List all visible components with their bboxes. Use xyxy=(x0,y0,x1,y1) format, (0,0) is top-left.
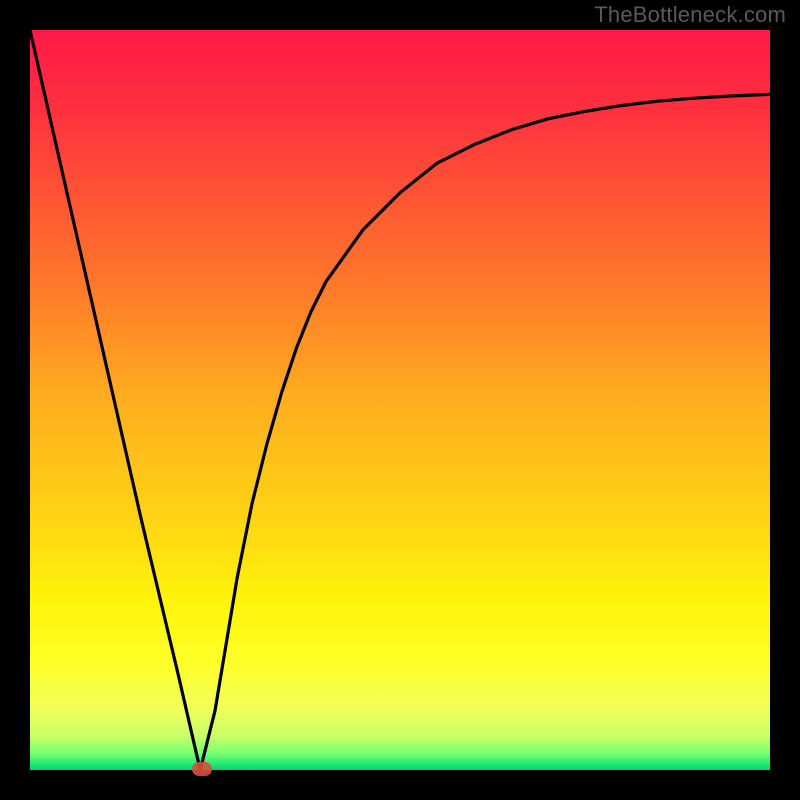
gradient-background xyxy=(30,30,770,770)
chart-svg xyxy=(30,30,770,770)
chart-frame: TheBottleneck.com xyxy=(0,0,800,800)
bottleneck-marker xyxy=(192,762,212,776)
watermark-label: TheBottleneck.com xyxy=(594,2,786,28)
plot-area xyxy=(30,30,770,770)
